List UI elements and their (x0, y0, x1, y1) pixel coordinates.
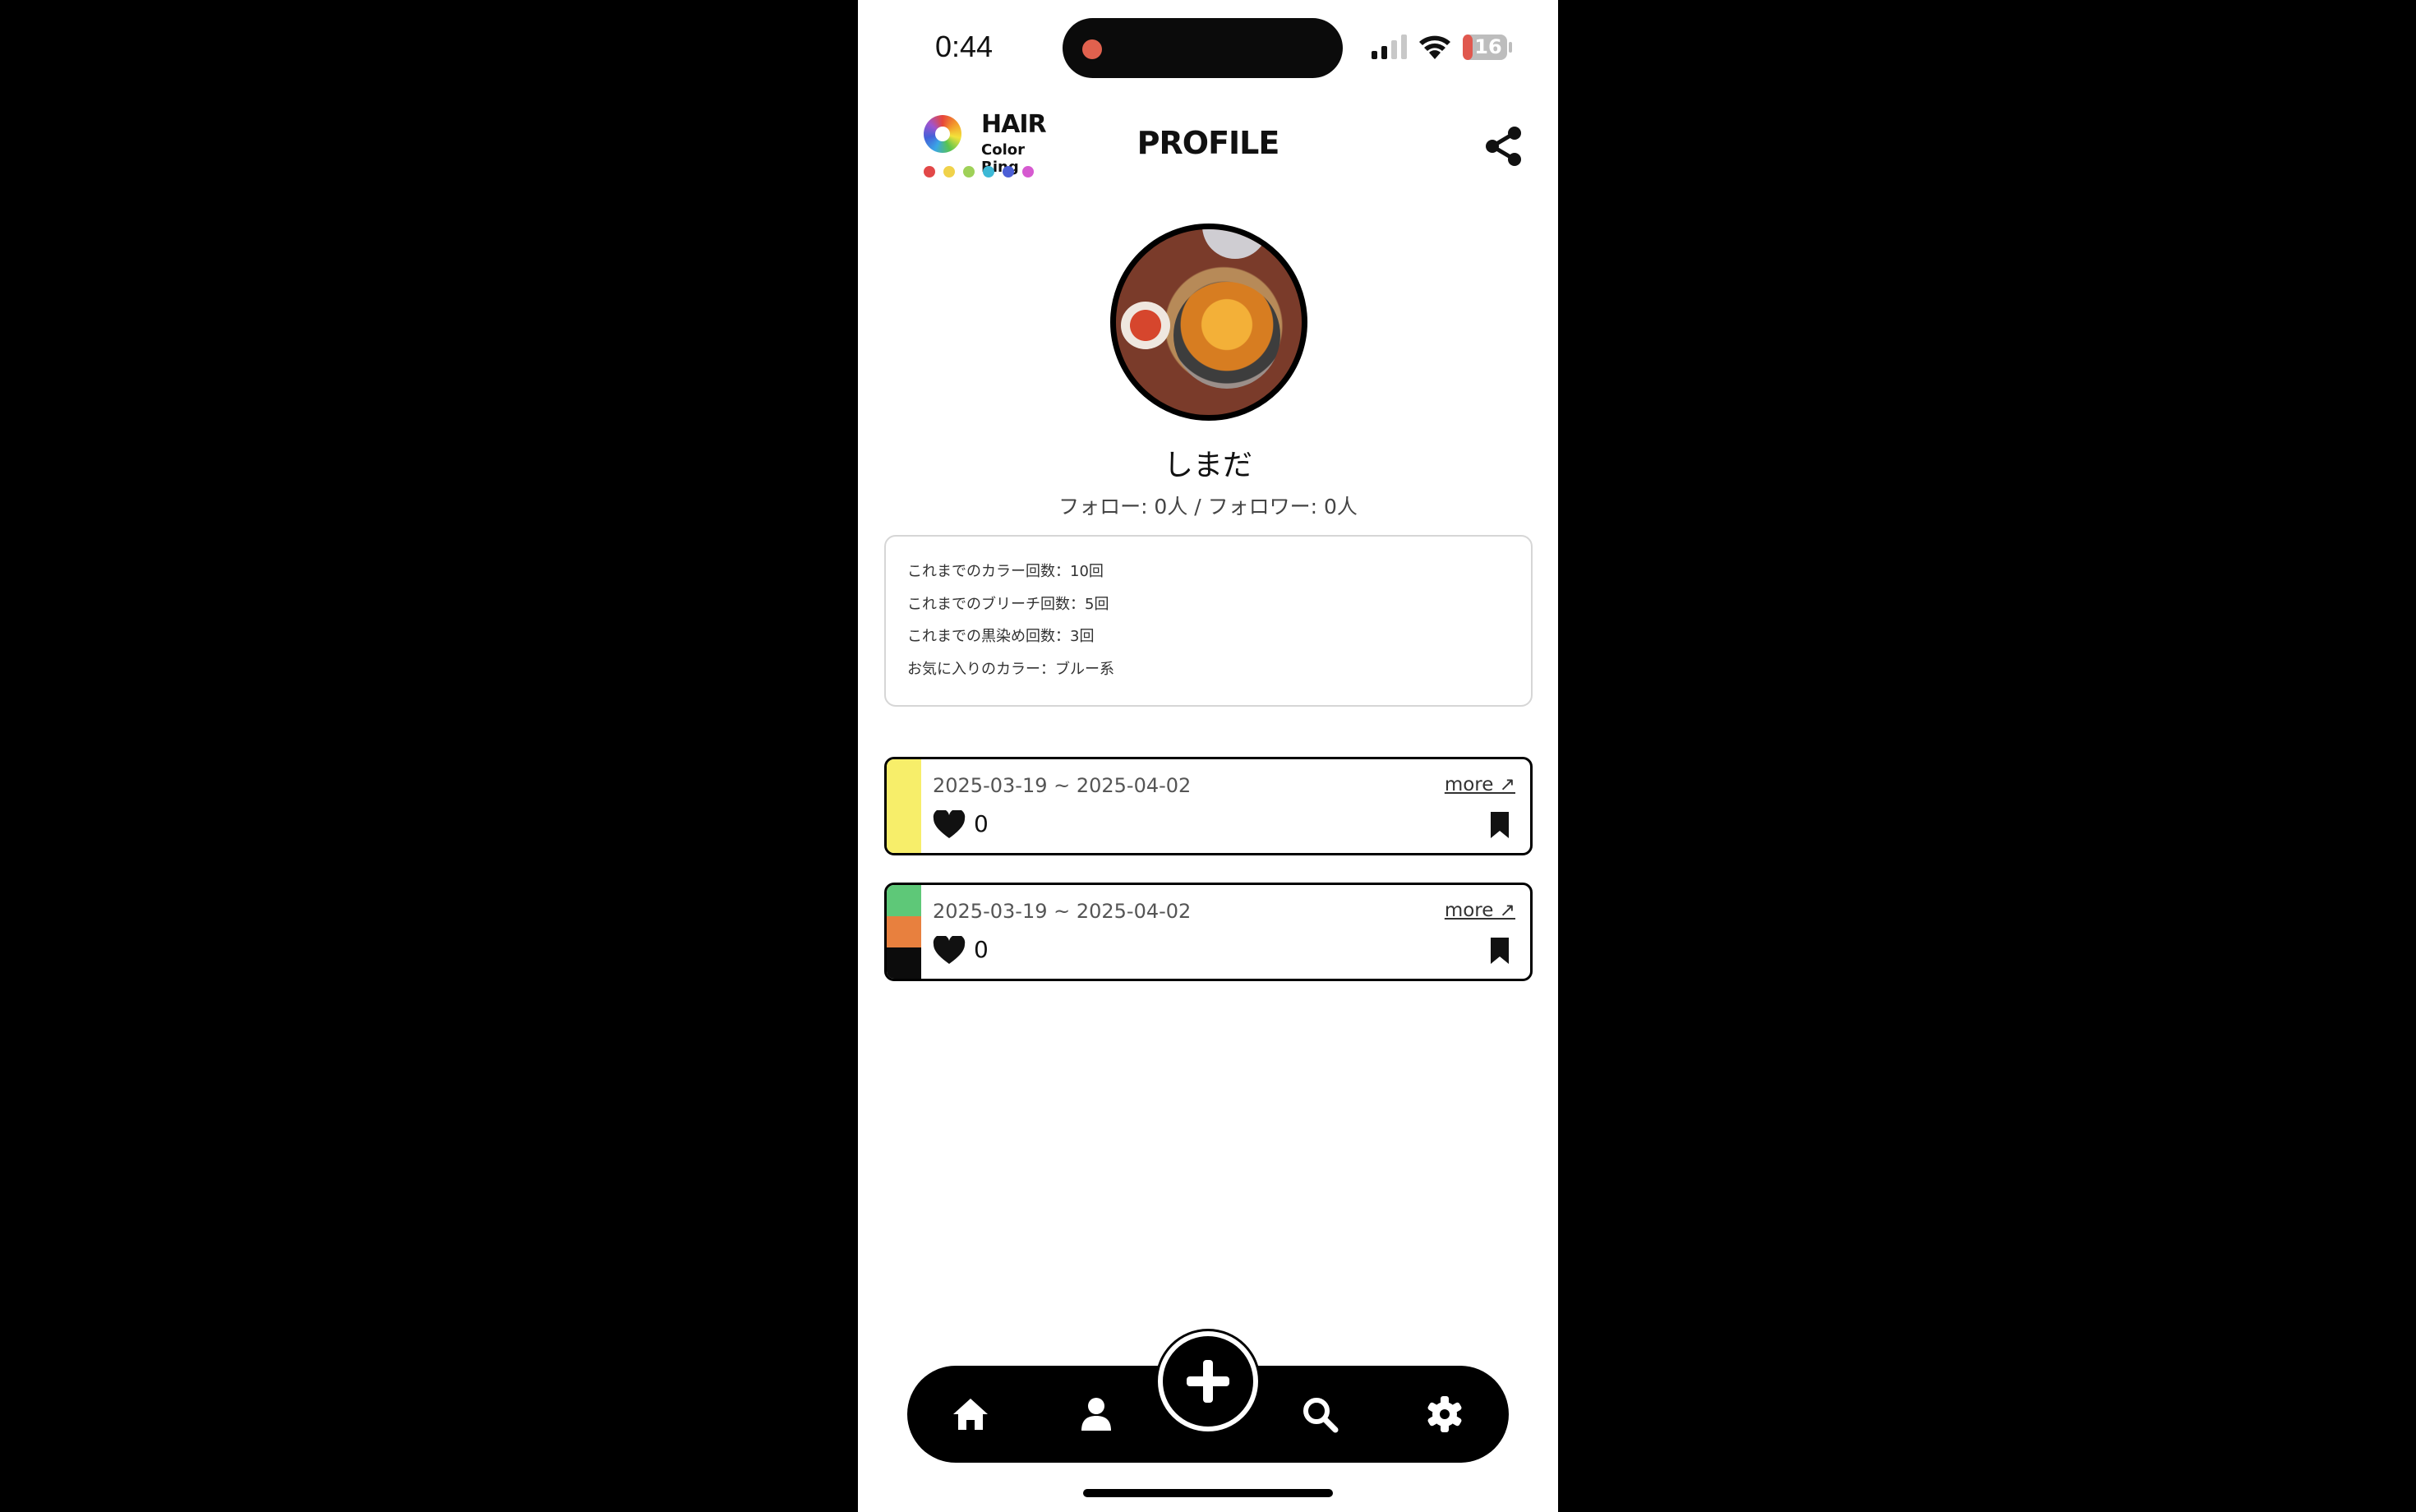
heart-icon[interactable] (933, 810, 966, 840)
logo-dot (943, 166, 955, 177)
like-count: 0 (974, 936, 989, 963)
stat-favorite-color: お気に入りのカラー：ブルー系 (907, 660, 1114, 678)
like-count: 0 (974, 810, 989, 837)
avatar-photo-detail (1202, 229, 1268, 259)
add-icon (1187, 1360, 1229, 1403)
page-title: PROFILE (1137, 125, 1280, 161)
stat-bleach-count: これまでのブリーチ回数：5回 (907, 595, 1109, 613)
heart-icon[interactable] (933, 936, 966, 966)
swatch-color (887, 759, 921, 853)
logo-dot (983, 166, 994, 177)
logo-dot (963, 166, 975, 177)
dynamic-island (1063, 18, 1343, 78)
logo-dots (924, 166, 1034, 177)
home-icon[interactable] (951, 1394, 990, 1434)
more-link[interactable]: more ↗ (1445, 774, 1515, 795)
history-card[interactable]: 2025-03-19 ~ 2025-04-02 more ↗ 0 (884, 757, 1533, 855)
date-range: 2025-03-19 ~ 2025-04-02 (933, 774, 1192, 797)
history-card[interactable]: 2025-03-19 ~ 2025-04-02 more ↗ 0 (884, 883, 1533, 981)
signal-icon (1372, 35, 1407, 59)
follow-counts[interactable]: フォロー: 0人 / フォロワー: 0人 (858, 491, 1558, 520)
stat-color-count: これまでのカラー回数：10回 (907, 563, 1104, 580)
bookmark-icon[interactable] (1489, 810, 1510, 840)
profile-icon[interactable] (1077, 1394, 1116, 1434)
avatar-photo-detail (1121, 302, 1170, 349)
logo-dot (1022, 166, 1034, 177)
date-range: 2025-03-19 ~ 2025-04-02 (933, 900, 1192, 923)
username: しまだ (1163, 449, 1252, 482)
phone-screen: 0:44 16 HAIR Color Ring PROFILE しまだ フォロー… (858, 0, 1558, 1512)
avatar-photo-detail (1173, 282, 1280, 389)
share-icon[interactable] (1484, 125, 1524, 168)
add-button[interactable] (1158, 1331, 1258, 1431)
status-time: 0:44 (935, 30, 994, 63)
battery-level: 16 (1474, 35, 1502, 58)
swatch-color (887, 947, 921, 979)
avatar[interactable] (1110, 224, 1307, 421)
more-link[interactable]: more ↗ (1445, 900, 1515, 921)
settings-icon[interactable] (1425, 1394, 1464, 1434)
logo-dot (924, 166, 935, 177)
bookmark-icon[interactable] (1489, 936, 1510, 966)
wifi-icon (1419, 35, 1450, 59)
home-indicator (1083, 1489, 1333, 1497)
stat-black-dye-count: これまでの黒染め回数：3回 (907, 628, 1095, 645)
color-swatch (887, 885, 921, 979)
color-swatch (887, 759, 921, 853)
swatch-color (887, 885, 921, 916)
logo-dot (1003, 166, 1014, 177)
stats-box: これまでのカラー回数：10回 これまでのブリーチ回数：5回 これまでの黒染め回数… (884, 535, 1533, 707)
swatch-color (887, 916, 921, 947)
search-icon[interactable] (1300, 1394, 1339, 1434)
recording-indicator (1082, 39, 1102, 59)
